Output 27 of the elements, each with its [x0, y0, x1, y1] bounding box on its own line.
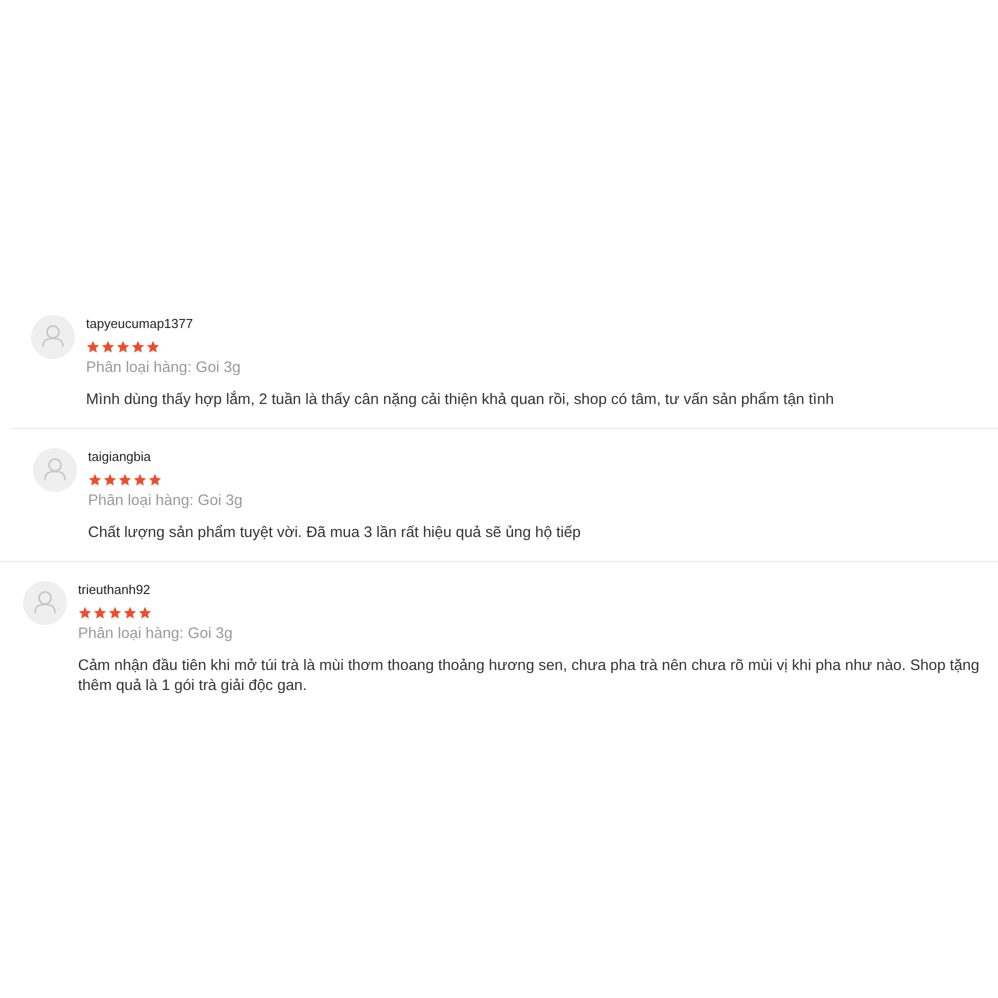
- star-icon: [103, 473, 117, 487]
- product-variant: Phân loại hàng: Goi 3g: [88, 492, 244, 510]
- username: tapyeucumap1377: [86, 316, 194, 332]
- product-variant: Phân loại hàng: Goi 3g: [86, 359, 242, 377]
- star-icon: [116, 340, 130, 354]
- star-icon: [86, 340, 100, 354]
- review-comment: Cảm nhận đầu tiên khi mở túi trà là mùi thơm thoang thoảng hương sen, chưa pha trà nên chưa rõ mùi vị khi pha như nào. Shop tặng thêm quả là 1 gói trà giải độc gan.: [78, 656, 980, 696]
- star-icon: [88, 473, 102, 487]
- avatar-icon: [23, 581, 67, 625]
- star-icon: [131, 340, 145, 354]
- star-icon: [108, 606, 122, 620]
- star-icon: [78, 606, 92, 620]
- star-icon: [133, 473, 147, 487]
- avatar-icon: [31, 315, 75, 359]
- username: trieuthanh92: [78, 582, 152, 598]
- star-icon: [93, 606, 107, 620]
- avatar-icon: [33, 448, 77, 492]
- star-icon: [123, 606, 137, 620]
- star-icon: [148, 473, 162, 487]
- star-icon: [146, 340, 160, 354]
- review-comment: Chất lượng sản phẩm tuyệt vời. Đã mua 3 lần rất hiệu quả sẽ ủng hộ tiếp: [88, 523, 582, 543]
- username: taigiangbia: [88, 449, 152, 465]
- review-comment: Mình dùng thấy hợp lắm, 2 tuần là thấy cân nặng cải thiện khả quan rồi, shop có tâm, tư vấn sản phẩm tận tình: [86, 390, 835, 410]
- star-icon: [101, 340, 115, 354]
- star-icon: [118, 473, 132, 487]
- product-variant: Phân loại hàng: Goi 3g: [78, 625, 234, 643]
- star-icon: [138, 606, 152, 620]
